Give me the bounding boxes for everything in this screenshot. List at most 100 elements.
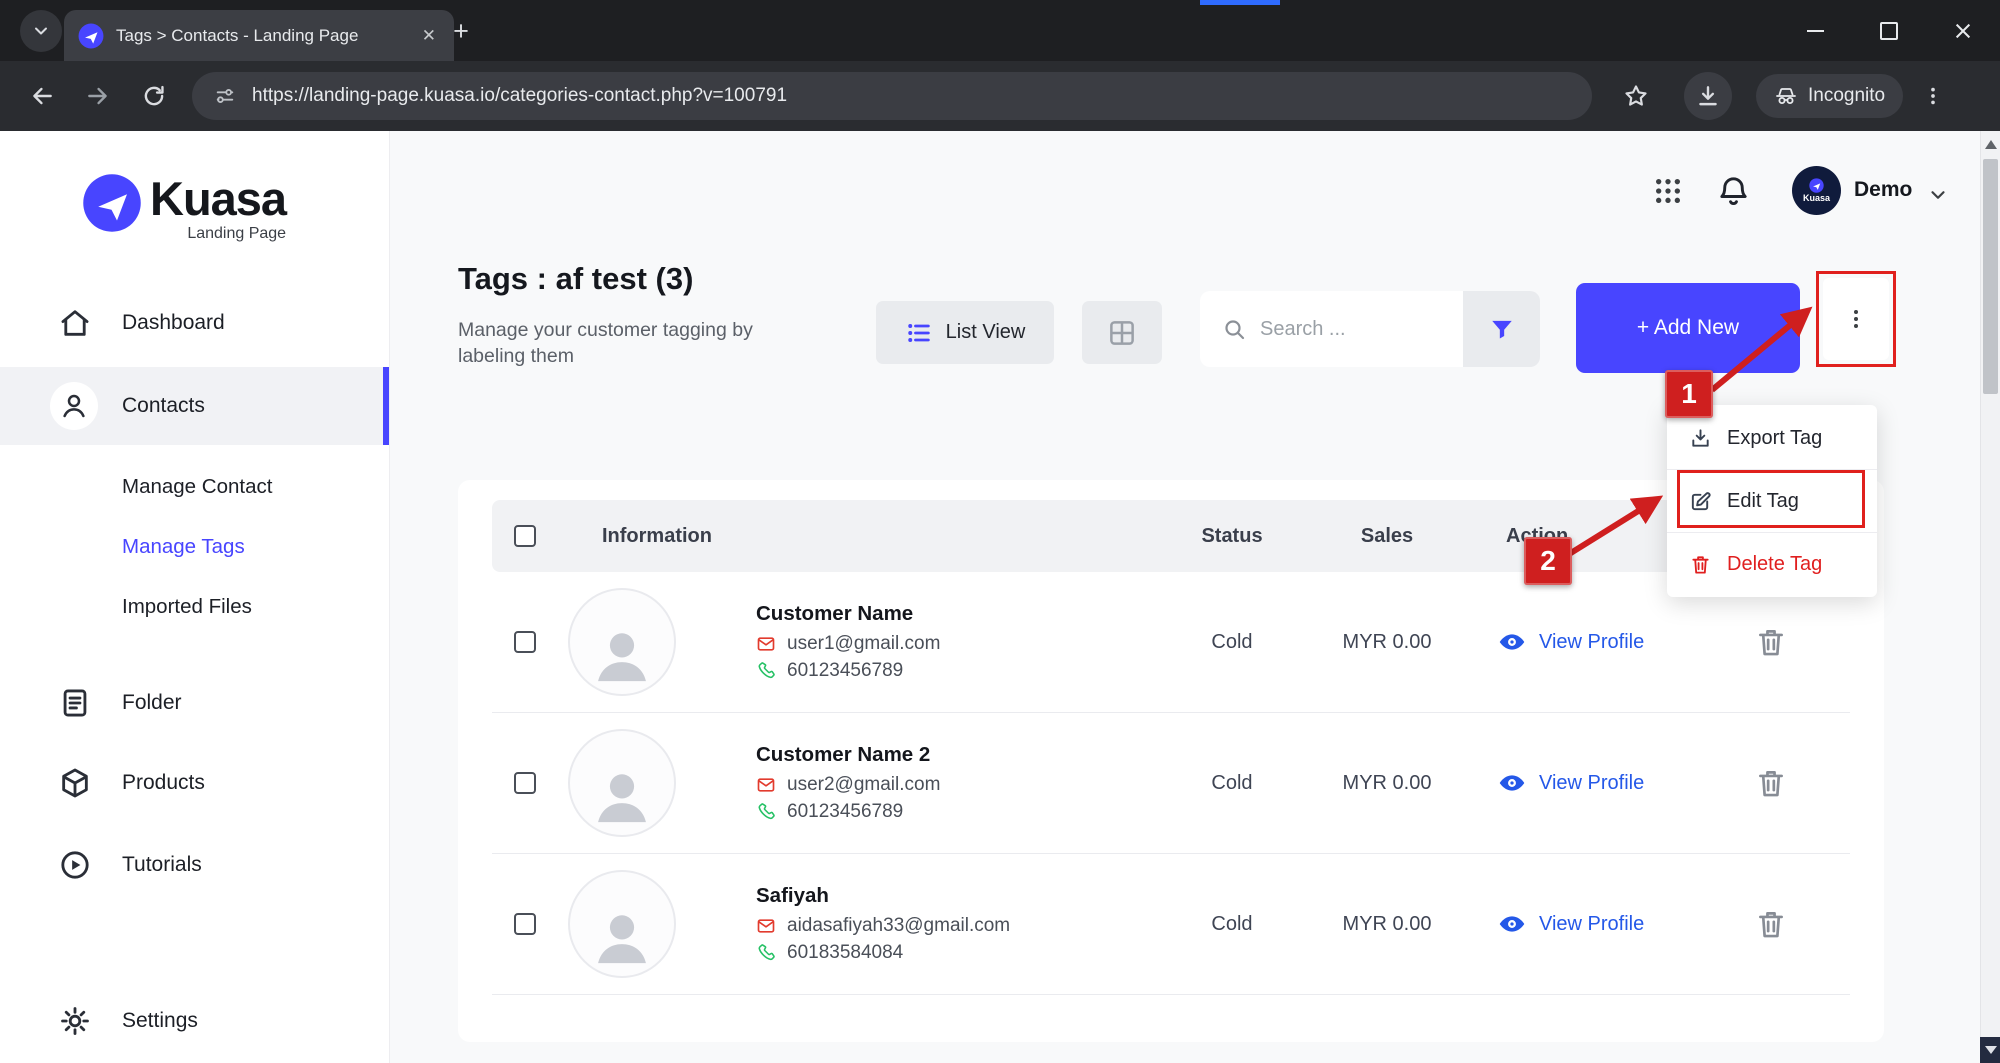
sidebar-item-products[interactable]: Products [0, 751, 389, 815]
notifications-button[interactable] [1716, 173, 1751, 208]
mail-icon [756, 916, 776, 936]
logo-text: Kuasa [150, 172, 287, 225]
header-status: Status [1201, 524, 1263, 547]
downloads-button[interactable] [1684, 72, 1732, 120]
menu-item-edit-tag[interactable]: Edit Tag [1667, 470, 1877, 533]
scroll-up-arrow[interactable] [1985, 140, 1997, 149]
list-view-label: List View [945, 321, 1026, 343]
user-menu-chevron[interactable] [1927, 184, 1949, 206]
browser-toolbar: https://landing-page.kuasa.io/categories… [0, 61, 2000, 131]
menu-item-label: Delete Tag [1727, 552, 1823, 575]
maximize-button[interactable] [1852, 0, 1926, 61]
url-text: https://landing-page.kuasa.io/categories… [252, 85, 788, 106]
contact-email: user1@gmail.com [787, 633, 941, 654]
filter-button[interactable] [1463, 291, 1540, 367]
sidebar-item-label: Contacts [122, 394, 205, 417]
sidebar-item-tutorials[interactable]: Tutorials [0, 833, 389, 897]
contact-name: Safiyah [756, 884, 829, 907]
tab-search-button[interactable] [20, 10, 62, 52]
minimize-button[interactable] [1778, 0, 1852, 61]
sidebar-item-manage-contact[interactable]: Manage Contact [0, 463, 389, 511]
kebab-icon [1844, 307, 1868, 331]
contact-email: aidasafiyah33@gmail.com [787, 915, 1011, 936]
bookmark-button[interactable] [1614, 74, 1658, 118]
filter-icon [1489, 316, 1515, 342]
reload-button[interactable] [132, 74, 176, 118]
sidebar-item-label: Imported Files [122, 595, 252, 618]
sidebar-item-contacts[interactable]: Contacts [0, 367, 389, 445]
home-icon [58, 306, 92, 340]
search-icon [1222, 317, 1246, 341]
delete-row-button[interactable] [1754, 625, 1788, 659]
more-actions-button[interactable] [1823, 278, 1889, 360]
annotation-highlight-kebab [1816, 271, 1896, 367]
view-profile-button[interactable]: View Profile [1498, 910, 1644, 938]
play-circle-icon [58, 848, 92, 882]
sidebar-item-imported-files[interactable]: Imported Files [0, 583, 389, 631]
sidebar-item-manage-tags[interactable]: Manage Tags [0, 523, 389, 571]
row-checkbox[interactable] [514, 772, 536, 794]
sidebar-item-label: Manage Tags [122, 535, 245, 558]
sidebar-item-settings[interactable]: Settings [0, 989, 389, 1053]
address-bar[interactable]: https://landing-page.kuasa.io/categories… [192, 72, 1592, 120]
window-controls [1778, 0, 2000, 61]
close-window-button[interactable] [1926, 0, 2000, 61]
row-checkbox[interactable] [514, 631, 536, 653]
reload-icon [141, 83, 167, 109]
contact-email: user2@gmail.com [787, 774, 941, 795]
grid-view-button[interactable] [1082, 301, 1162, 364]
mail-icon [756, 634, 776, 654]
sidebar-item-dashboard[interactable]: Dashboard [0, 291, 389, 355]
phone-icon [756, 802, 776, 822]
search-input[interactable] [1258, 316, 1432, 342]
list-view-button[interactable]: List View [876, 301, 1054, 364]
avatar [568, 870, 676, 978]
annotation-badge-2: 2 [1524, 537, 1572, 585]
sidebar-item-folder[interactable]: Folder [0, 671, 389, 735]
header-information: Information [602, 524, 712, 547]
view-profile-button[interactable]: View Profile [1498, 628, 1644, 656]
browser-tab-strip: Tags > Contacts - Landing Page ✕ + [0, 0, 2000, 61]
chevron-down-icon [1927, 184, 1949, 206]
apps-grid-button[interactable] [1652, 175, 1684, 207]
user-avatar[interactable]: Kuasa [1792, 166, 1841, 215]
export-icon [1689, 427, 1712, 450]
select-all-checkbox[interactable] [514, 525, 536, 547]
status-value: Cold [1211, 630, 1253, 653]
sidebar-item-label: Products [122, 771, 205, 794]
scroll-thumb[interactable] [1983, 159, 1998, 394]
incognito-icon [1774, 84, 1798, 108]
tab-close-button[interactable]: ✕ [418, 24, 440, 48]
sidebar-item-label: Manage Contact [122, 475, 273, 498]
browser-menu-button[interactable] [1913, 74, 1953, 118]
new-tab-button[interactable]: + [444, 14, 478, 48]
back-button[interactable] [20, 74, 64, 118]
scroll-down-button[interactable] [1980, 1037, 2000, 1063]
tab-strip-accent [1200, 0, 1280, 5]
eye-icon [1498, 769, 1526, 797]
menu-item-delete-tag[interactable]: Delete Tag [1667, 533, 1877, 595]
contact-phone: 60183584084 [787, 942, 904, 963]
view-profile-button[interactable]: View Profile [1498, 769, 1644, 797]
person-icon [59, 391, 89, 421]
row-checkbox[interactable] [514, 913, 536, 935]
browser-tab[interactable]: Tags > Contacts - Landing Page ✕ [64, 10, 454, 61]
forward-button[interactable] [76, 74, 120, 118]
user-name[interactable]: Demo [1854, 178, 1912, 202]
person-silhouette-icon [589, 763, 655, 829]
contact-name: Customer Name 2 [756, 743, 931, 766]
delete-row-button[interactable] [1754, 907, 1788, 941]
person-silhouette-icon [589, 622, 655, 688]
incognito-badge: Incognito [1756, 74, 1904, 118]
page-subtitle: Manage your customer tagging by labeling… [458, 319, 753, 367]
app-logo[interactable]: Kuasa Landing Page [82, 172, 287, 243]
search-box [1200, 291, 1463, 367]
delete-row-button[interactable] [1754, 766, 1788, 800]
sidebar-item-label: Tutorials [122, 853, 202, 876]
sales-value: MYR 0.00 [1342, 630, 1432, 653]
view-profile-label: View Profile [1539, 912, 1645, 935]
site-info-icon[interactable] [214, 85, 236, 107]
add-new-button[interactable]: + Add New [1576, 283, 1800, 373]
page-scrollbar[interactable] [1980, 131, 2000, 1063]
table-header: Information Status Sales Action [492, 500, 1850, 572]
